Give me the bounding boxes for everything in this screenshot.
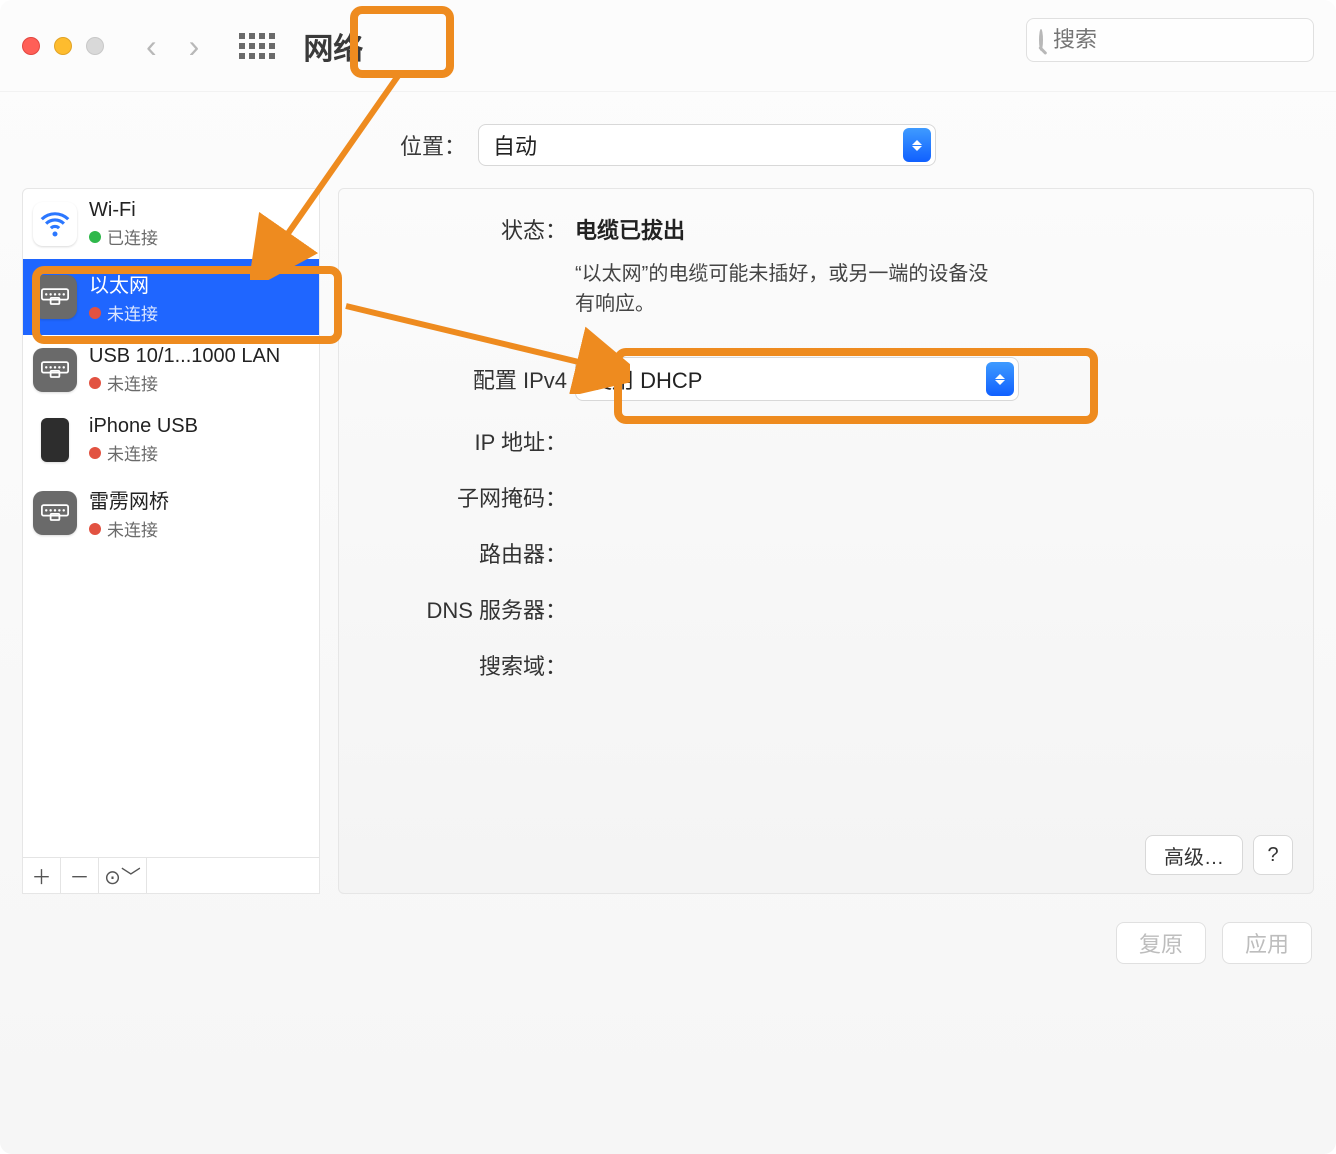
dns-servers-value [575,587,1283,593]
service-name: iPhone USB [89,415,198,438]
status-dot-icon [89,307,101,319]
revert-button[interactable]: 复原 [1116,922,1206,964]
search-domains-value [575,643,1283,649]
location-select[interactable]: 自动 [478,124,936,166]
forward-button[interactable]: › [189,30,200,62]
status-dot-icon [89,377,101,389]
service-name: USB 10/1...1000 LAN [89,345,280,368]
search-field[interactable] [1026,18,1314,62]
nav-controls: ‹ › [146,30,199,62]
add-service-button[interactable]: ＋ [23,858,61,893]
service-sidebar: Wi-Fi已连接以太网未连接USB 10/1...1000 LAN未连接iPho… [22,188,320,894]
window-title: 网络 [293,20,373,72]
show-all-prefs-icon[interactable] [239,33,275,59]
location-row: 位置： 自动 [0,92,1336,188]
service-name: 雷雳网桥 [89,485,169,514]
service-status: 未连接 [89,300,158,325]
status-value-text: 电缆已拔出 [575,213,1283,245]
service-status: 已连接 [89,224,158,249]
sidebar-item--[interactable]: 雷雳网桥未连接 [23,475,319,551]
zoom-window-button[interactable] [86,37,104,55]
search-icon [1039,29,1043,51]
select-stepper-icon [903,128,931,162]
subnet-mask-value [575,475,1283,481]
help-button[interactable]: ? [1253,835,1293,875]
window-controls [22,37,104,55]
status-value: 电缆已拔出 “以太网”的电缆可能未插好，或另一端的设备没有响应。 [575,207,1283,319]
status-description: “以太网”的电缆可能未插好，或另一端的设备没有响应。 [575,259,1005,319]
back-button[interactable]: ‹ [146,30,157,62]
service-status: 未连接 [89,370,280,395]
network-prefs-window: ‹ › 网络 位置： 自动 Wi-Fi已连接以太网未连接USB 10/1...1… [0,0,1336,1154]
subnet-mask-label: 子网掩码： [363,475,575,513]
sidebar-item-usb-10-1-1000-lan[interactable]: USB 10/1...1000 LAN未连接 [23,335,319,405]
sidebar-item-iphone-usb[interactable]: iPhone USB未连接 [23,405,319,475]
sidebar-item--[interactable]: 以太网未连接 [23,259,319,335]
ethernet-icon [33,491,77,535]
select-stepper-icon [986,362,1014,396]
ethernet-icon [33,348,77,392]
ethernet-icon [33,275,77,319]
body: Wi-Fi已连接以太网未连接USB 10/1...1000 LAN未连接iPho… [0,188,1336,894]
service-list: Wi-Fi已连接以太网未连接USB 10/1...1000 LAN未连接iPho… [23,189,319,857]
ip-address-label: IP 地址： [363,419,575,457]
status-dot-icon [89,231,101,243]
search-input[interactable] [1051,26,1336,54]
service-status: 未连接 [89,440,198,465]
wifi-icon [33,202,77,246]
ip-address-value [575,419,1283,425]
location-label: 位置： [400,129,466,161]
detail-panel: 状态： 电缆已拔出 “以太网”的电缆可能未插好，或另一端的设备没有响应。 配置 … [338,188,1314,894]
service-status: 未连接 [89,516,169,541]
close-window-button[interactable] [22,37,40,55]
sidebar-item-wi-fi[interactable]: Wi-Fi已连接 [23,189,319,259]
status-dot-icon [89,523,101,535]
ipv4-config-value: 使用 DHCP [576,363,716,395]
advanced-button[interactable]: 高级… [1145,835,1243,875]
remove-service-button[interactable]: － [61,858,99,893]
status-dot-icon [89,447,101,459]
search-domains-label: 搜索域： [363,643,575,681]
ipv4-config-label: 配置 IPv4 [363,363,575,395]
service-name: 以太网 [89,269,158,298]
status-label: 状态： [363,207,575,245]
router-value [575,531,1283,537]
router-label: 路由器： [363,531,575,569]
toolbar: ‹ › 网络 [0,0,1336,92]
ipv4-config-select[interactable]: 使用 DHCP [575,357,1019,401]
apply-button[interactable]: 应用 [1222,922,1312,964]
footer: 复原 应用 [0,894,1336,964]
service-actions-button[interactable]: ⊙﹀ [99,858,147,893]
iphone-icon [41,418,69,462]
dns-servers-label: DNS 服务器： [363,587,575,625]
service-name: Wi-Fi [89,199,158,222]
location-value: 自动 [479,129,551,161]
service-list-footer: ＋ － ⊙﹀ [23,857,319,893]
minimize-window-button[interactable] [54,37,72,55]
